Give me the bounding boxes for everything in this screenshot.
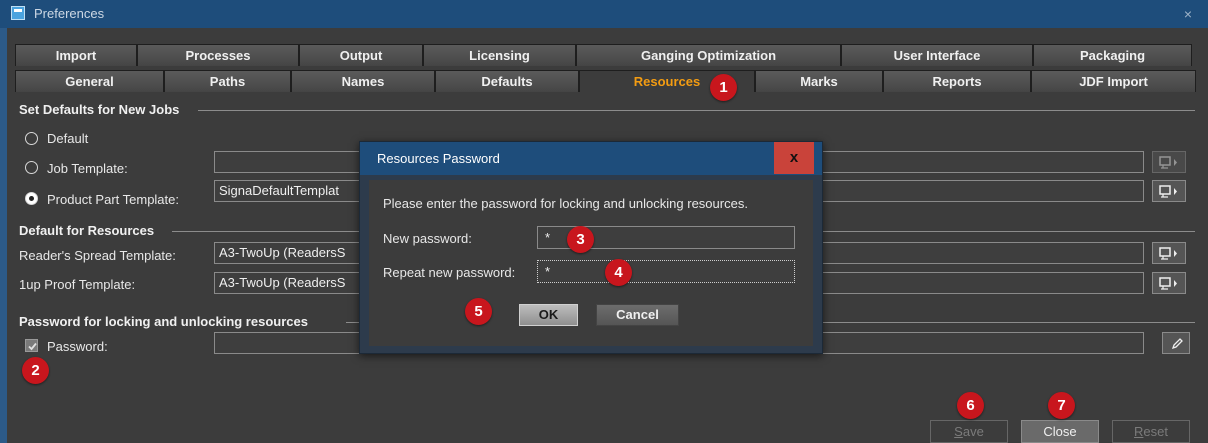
dialog-prompt: Please enter the password for locking an… (383, 196, 748, 211)
readers-spread-label: Reader's Spread Template: (19, 248, 176, 263)
default-resources-heading: Default for Resources (19, 223, 155, 238)
job-template-radio[interactable] (25, 161, 38, 174)
product-part-browse-button[interactable] (1152, 180, 1186, 202)
job-template-label: Job Template: (47, 161, 128, 176)
repeat-password-field[interactable]: * (537, 260, 795, 283)
ok-button[interactable]: OK (519, 304, 578, 326)
browse-icon (1159, 247, 1177, 260)
tab-names[interactable]: Names (291, 70, 435, 92)
dialog-titlebar: Resources Password x (360, 142, 822, 175)
checkmark-icon (28, 342, 37, 351)
callout-marker-2: 2 (22, 357, 49, 384)
browse-icon (1159, 277, 1177, 290)
repeat-password-label: Repeat new password: (383, 265, 516, 280)
tab-licensing[interactable]: Licensing (423, 44, 576, 66)
tab-general[interactable]: General (15, 70, 164, 92)
reset-button[interactable]: Reset (1112, 420, 1190, 443)
dialog-title: Resources Password (377, 151, 500, 166)
callout-marker-1: 1 (710, 74, 737, 101)
window-title: Preferences (34, 6, 105, 21)
cancel-button[interactable]: Cancel (596, 304, 679, 326)
callout-marker-7: 7 (1048, 392, 1075, 419)
browse-icon (1159, 156, 1177, 169)
tab-defaults[interactable]: Defaults (435, 70, 579, 92)
readers-spread-browse-button[interactable] (1152, 242, 1186, 264)
tab-row-top: Import Processes Output Licensing Gangin… (15, 44, 1192, 66)
dialog-close-button[interactable]: x (774, 142, 814, 174)
tab-user-interface[interactable]: User Interface (841, 44, 1033, 66)
product-part-label: Product Part Template: (47, 192, 179, 207)
callout-marker-4: 4 (605, 259, 632, 286)
browse-icon (1159, 185, 1177, 198)
default-radio[interactable] (25, 132, 38, 145)
callout-marker-3: 3 (567, 226, 594, 253)
job-template-browse-button[interactable] (1152, 151, 1186, 173)
product-part-radio[interactable] (25, 192, 38, 205)
set-defaults-divider (198, 110, 1195, 111)
callout-marker-5: 5 (465, 298, 492, 325)
tab-marks[interactable]: Marks (755, 70, 883, 92)
app-icon (11, 6, 25, 20)
password-checkbox-label: Password: (47, 339, 108, 354)
proof-template-browse-button[interactable] (1152, 272, 1186, 294)
tab-jdf-import[interactable]: JDF Import (1031, 70, 1196, 92)
password-section-heading: Password for locking and unlocking resou… (19, 314, 308, 329)
window-close-button[interactable]: × (1168, 0, 1208, 28)
save-button[interactable]: Save (930, 420, 1008, 443)
tab-packaging[interactable]: Packaging (1033, 44, 1192, 66)
tab-processes[interactable]: Processes (137, 44, 299, 66)
callout-marker-6: 6 (957, 392, 984, 419)
default-radio-label: Default (47, 131, 89, 146)
password-edit-button[interactable] (1162, 332, 1190, 354)
tab-paths[interactable]: Paths (164, 70, 291, 92)
tab-reports[interactable]: Reports (883, 70, 1031, 92)
dialog-body: Please enter the password for locking an… (369, 180, 813, 346)
close-button[interactable]: Close (1021, 420, 1099, 443)
tab-output[interactable]: Output (299, 44, 423, 66)
new-password-label: New password: (383, 231, 472, 246)
window-left-border (0, 28, 7, 443)
tab-ganging-optimization[interactable]: Ganging Optimization (576, 44, 841, 66)
pencil-icon (1171, 338, 1183, 350)
password-checkbox[interactable] (25, 339, 38, 352)
set-defaults-heading: Set Defaults for New Jobs (19, 102, 180, 117)
tab-import[interactable]: Import (15, 44, 137, 66)
tab-row-bottom: General Paths Names Defaults Resources M… (15, 70, 1196, 92)
window-titlebar: Preferences × (0, 0, 1208, 28)
proof-template-label: 1up Proof Template: (19, 277, 136, 292)
